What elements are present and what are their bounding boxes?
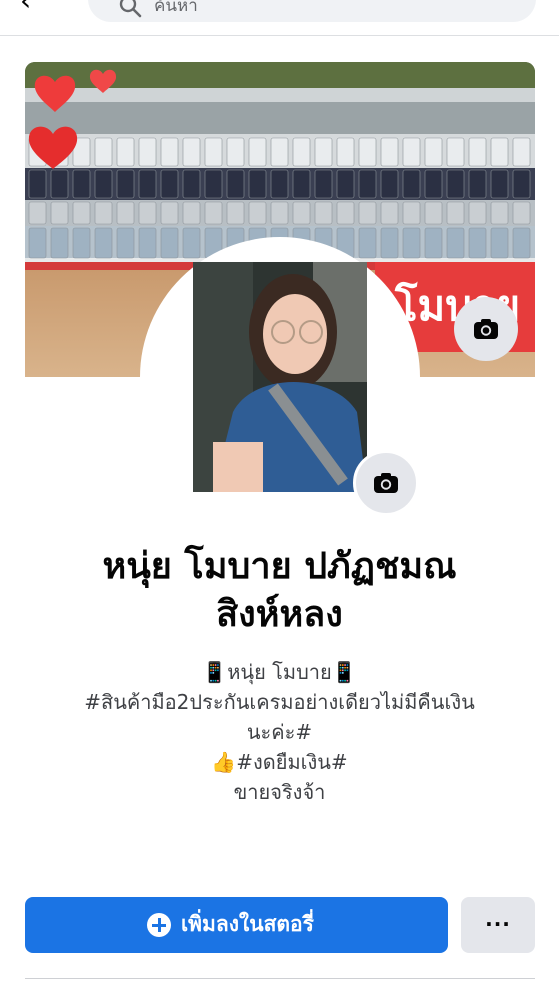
camera-icon <box>474 319 498 339</box>
top-bar: ‹ ค้นหา <box>0 0 559 36</box>
search-placeholder: ค้นหา <box>154 0 198 16</box>
back-arrow-icon[interactable]: ‹ <box>20 0 50 16</box>
bio-line: 👍#งดยืมเงิน# <box>211 750 348 774</box>
section-divider <box>25 978 535 979</box>
profile-name-line-2: สิงห์หลง <box>216 594 343 635</box>
search-icon <box>119 0 142 18</box>
search-field[interactable]: ค้นหา <box>88 0 536 22</box>
profile-bio: 📱หนุ่ย โมบาย📱 #สินค้ามือ2ประกันเครมอย่าง… <box>0 657 559 807</box>
profile-name: หนุ่ย โมบาย ปภัฏชมณ สิงห์หลง <box>0 543 559 639</box>
bio-line: 📱หนุ่ย โมบาย📱 <box>202 660 357 684</box>
plus-circle-icon <box>147 913 171 937</box>
camera-icon <box>374 473 398 493</box>
bio-line: #สินค้ามือ2ประกันเครมอย่างเดียวไม่มีคืนเ… <box>84 690 475 714</box>
profile-picture[interactable] <box>193 262 367 492</box>
edit-cover-camera-button[interactable] <box>454 297 518 361</box>
more-dots-icon: ... <box>485 907 511 931</box>
bio-line: ขายจริงจ้า <box>233 780 326 804</box>
more-options-button[interactable]: ... <box>461 897 535 953</box>
add-to-story-label: เพิ่มลงในสตอรี่ <box>181 912 314 936</box>
edit-profile-picture-camera-button[interactable] <box>353 450 419 516</box>
profile-name-line-1: หนุ่ย โมบาย ปภัฏชมณ <box>102 546 457 587</box>
add-to-story-button[interactable]: เพิ่มลงในสตอรี่ <box>25 897 448 953</box>
bio-line: นะค่ะ# <box>246 720 313 744</box>
